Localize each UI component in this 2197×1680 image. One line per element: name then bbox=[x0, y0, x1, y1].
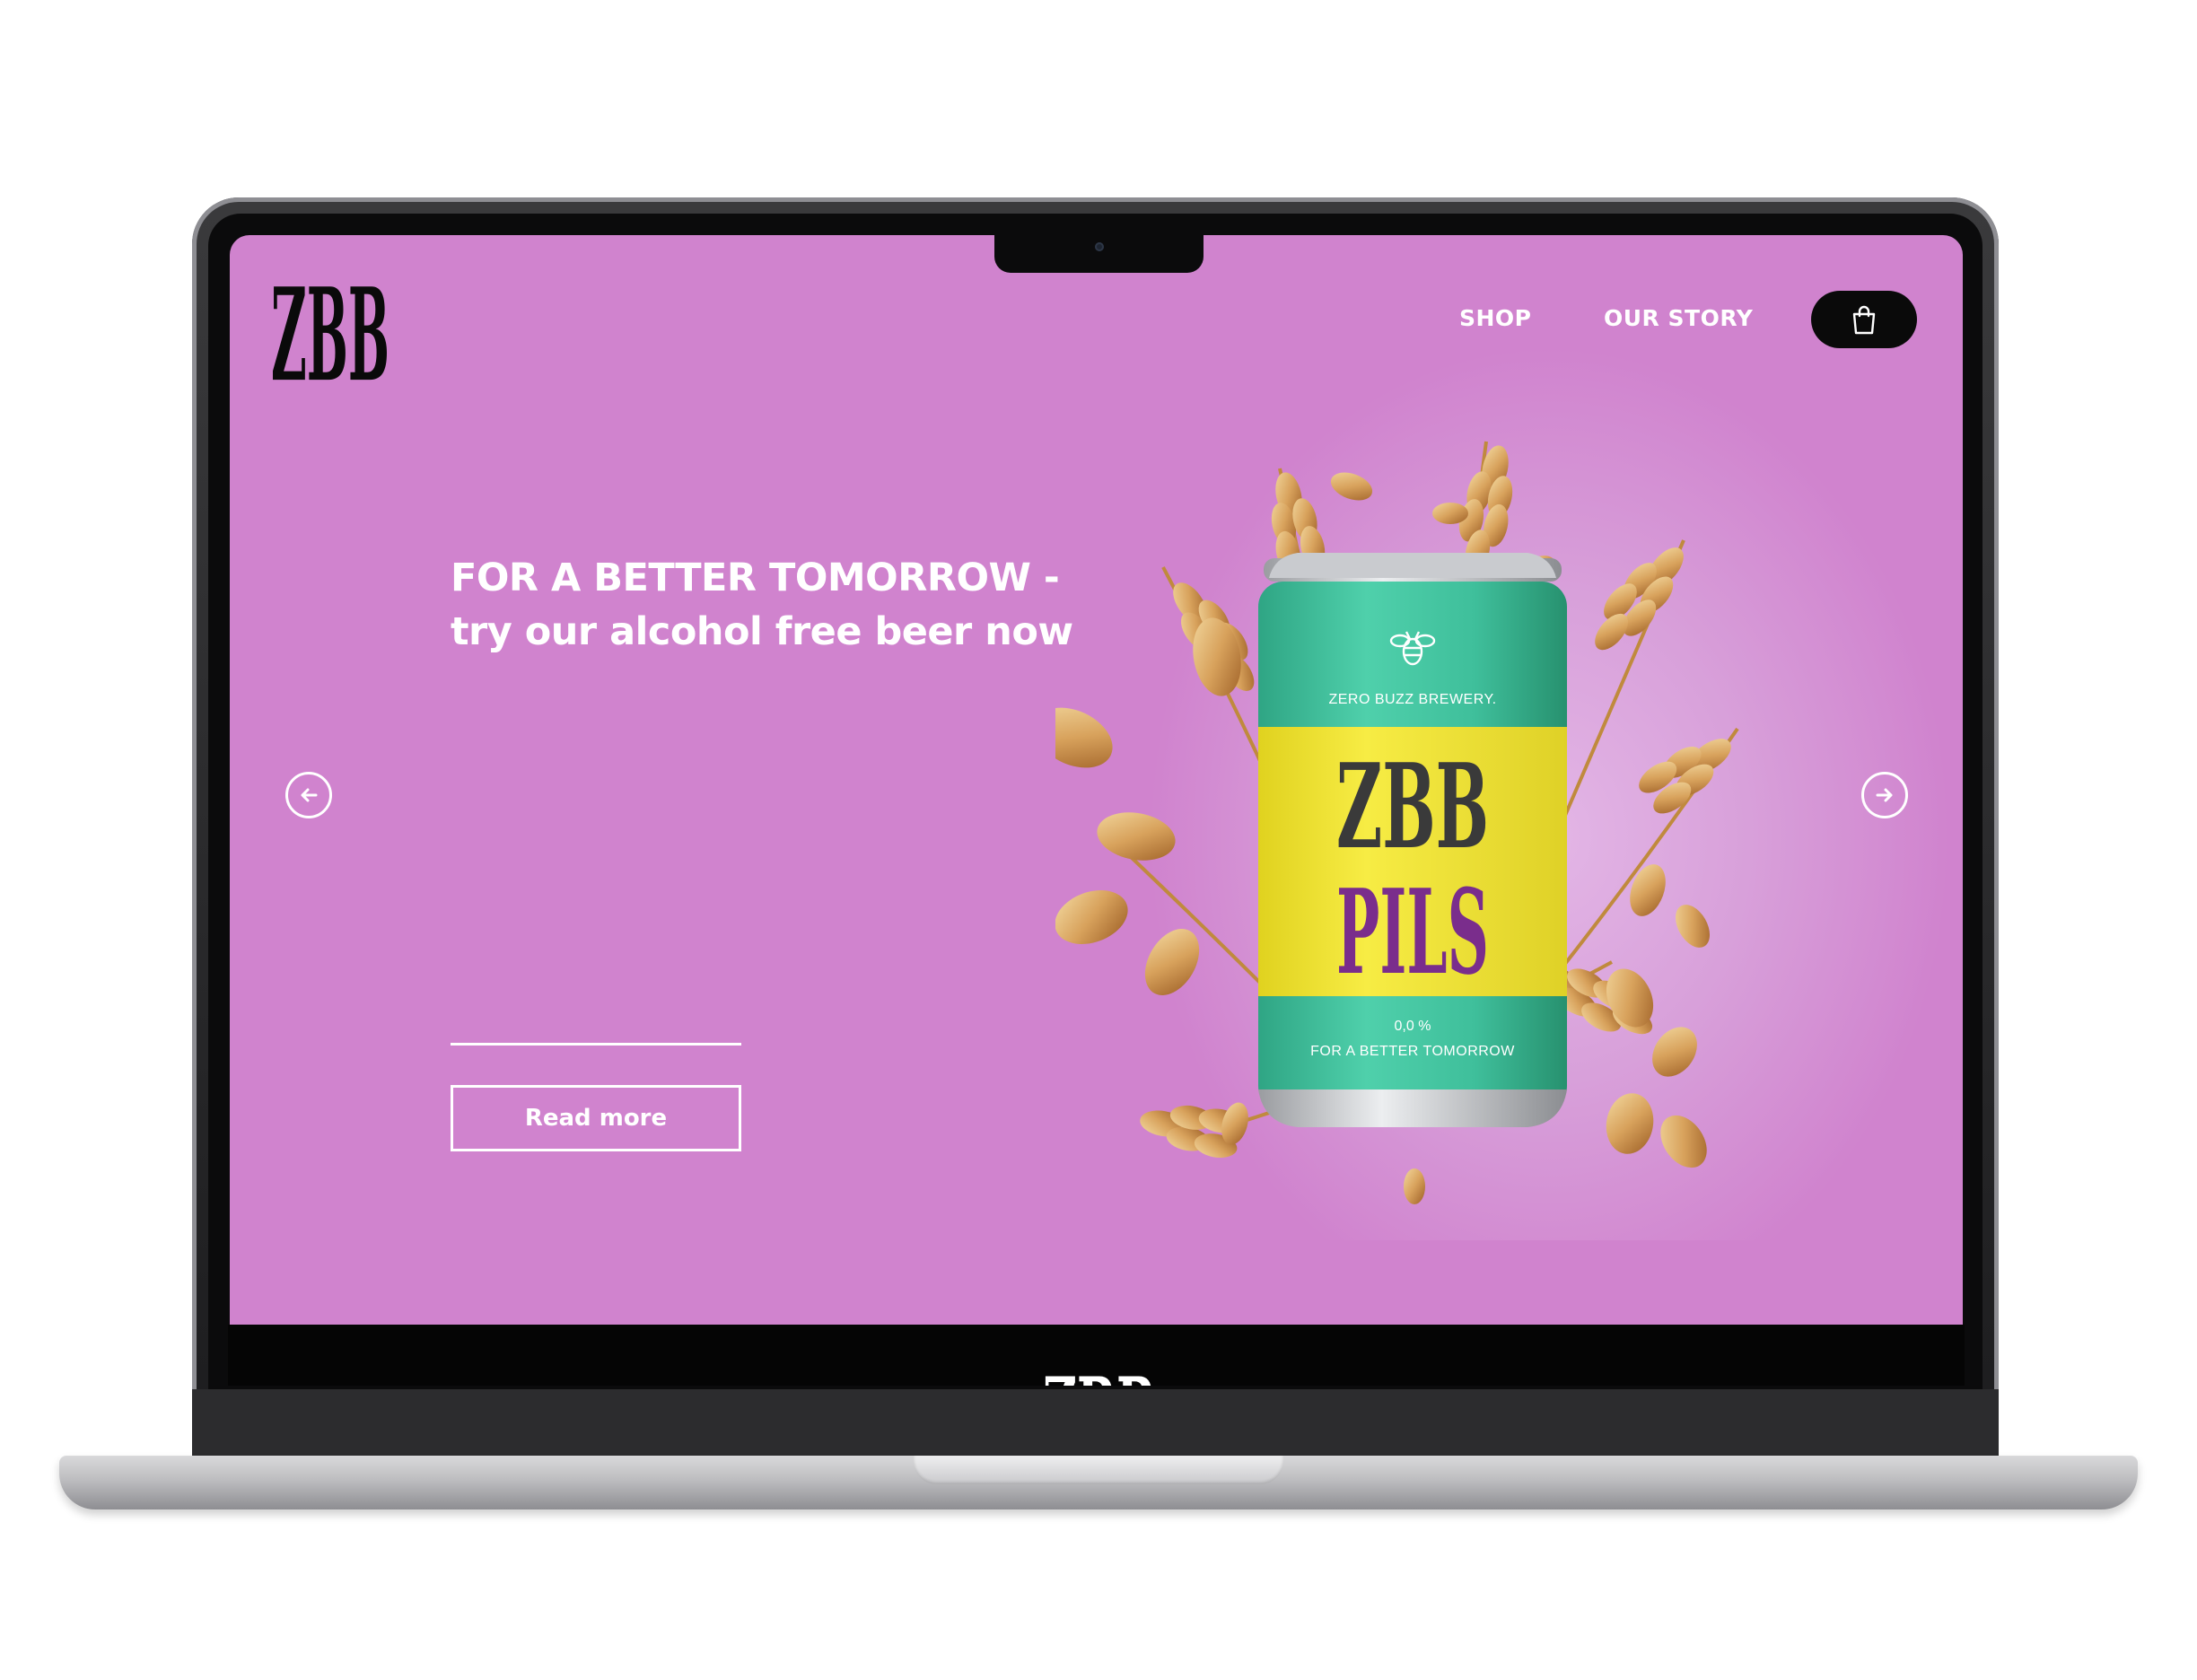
carousel-prev-button[interactable] bbox=[285, 772, 332, 818]
product-image: ZERO BUZZ BREWERY. ZBB PILS 0,0 % FOR A … bbox=[1055, 441, 1739, 1204]
cart-button[interactable] bbox=[1811, 291, 1917, 348]
nav-shop-link[interactable]: SHOP bbox=[1459, 305, 1532, 331]
hero-divider bbox=[451, 1043, 741, 1046]
carousel-next-button[interactable] bbox=[1861, 772, 1908, 818]
website-screen: ZBB SHOP OUR STORY FOR A BETTER TOMORROW… bbox=[230, 235, 1963, 1362]
can-name-line-1: ZBB bbox=[1336, 738, 1489, 875]
camera-notch bbox=[994, 235, 1204, 273]
beer-can: ZERO BUZZ BREWERY. ZBB PILS 0,0 % FOR A … bbox=[1258, 553, 1567, 1127]
logo-wordmark: ZBB bbox=[271, 262, 390, 391]
can-tagline-text: FOR A BETTER TOMORROW bbox=[1310, 1044, 1515, 1059]
svg-text:ZBB: ZBB bbox=[271, 262, 390, 391]
laptop-opening-notch bbox=[914, 1456, 1283, 1484]
can-name-line-2: PILS bbox=[1336, 863, 1489, 1001]
zbb-logo[interactable]: ZBB bbox=[269, 262, 391, 391]
footer-logo: ZBB bbox=[1041, 1353, 1158, 1386]
shopping-bag-icon bbox=[1852, 305, 1876, 335]
arrow-left-icon bbox=[301, 788, 318, 802]
webcam-icon bbox=[1095, 242, 1104, 251]
footer-logo-text: ZBB bbox=[1043, 1359, 1156, 1386]
can-abv-text: 0,0 % bbox=[1395, 1019, 1431, 1034]
can-brewery-text: ZERO BUZZ BREWERY. bbox=[1328, 692, 1496, 707]
nav-our-story-link[interactable]: OUR STORY bbox=[1604, 305, 1753, 331]
read-more-button[interactable]: Read more bbox=[451, 1085, 741, 1151]
arrow-right-icon bbox=[1876, 788, 1893, 802]
